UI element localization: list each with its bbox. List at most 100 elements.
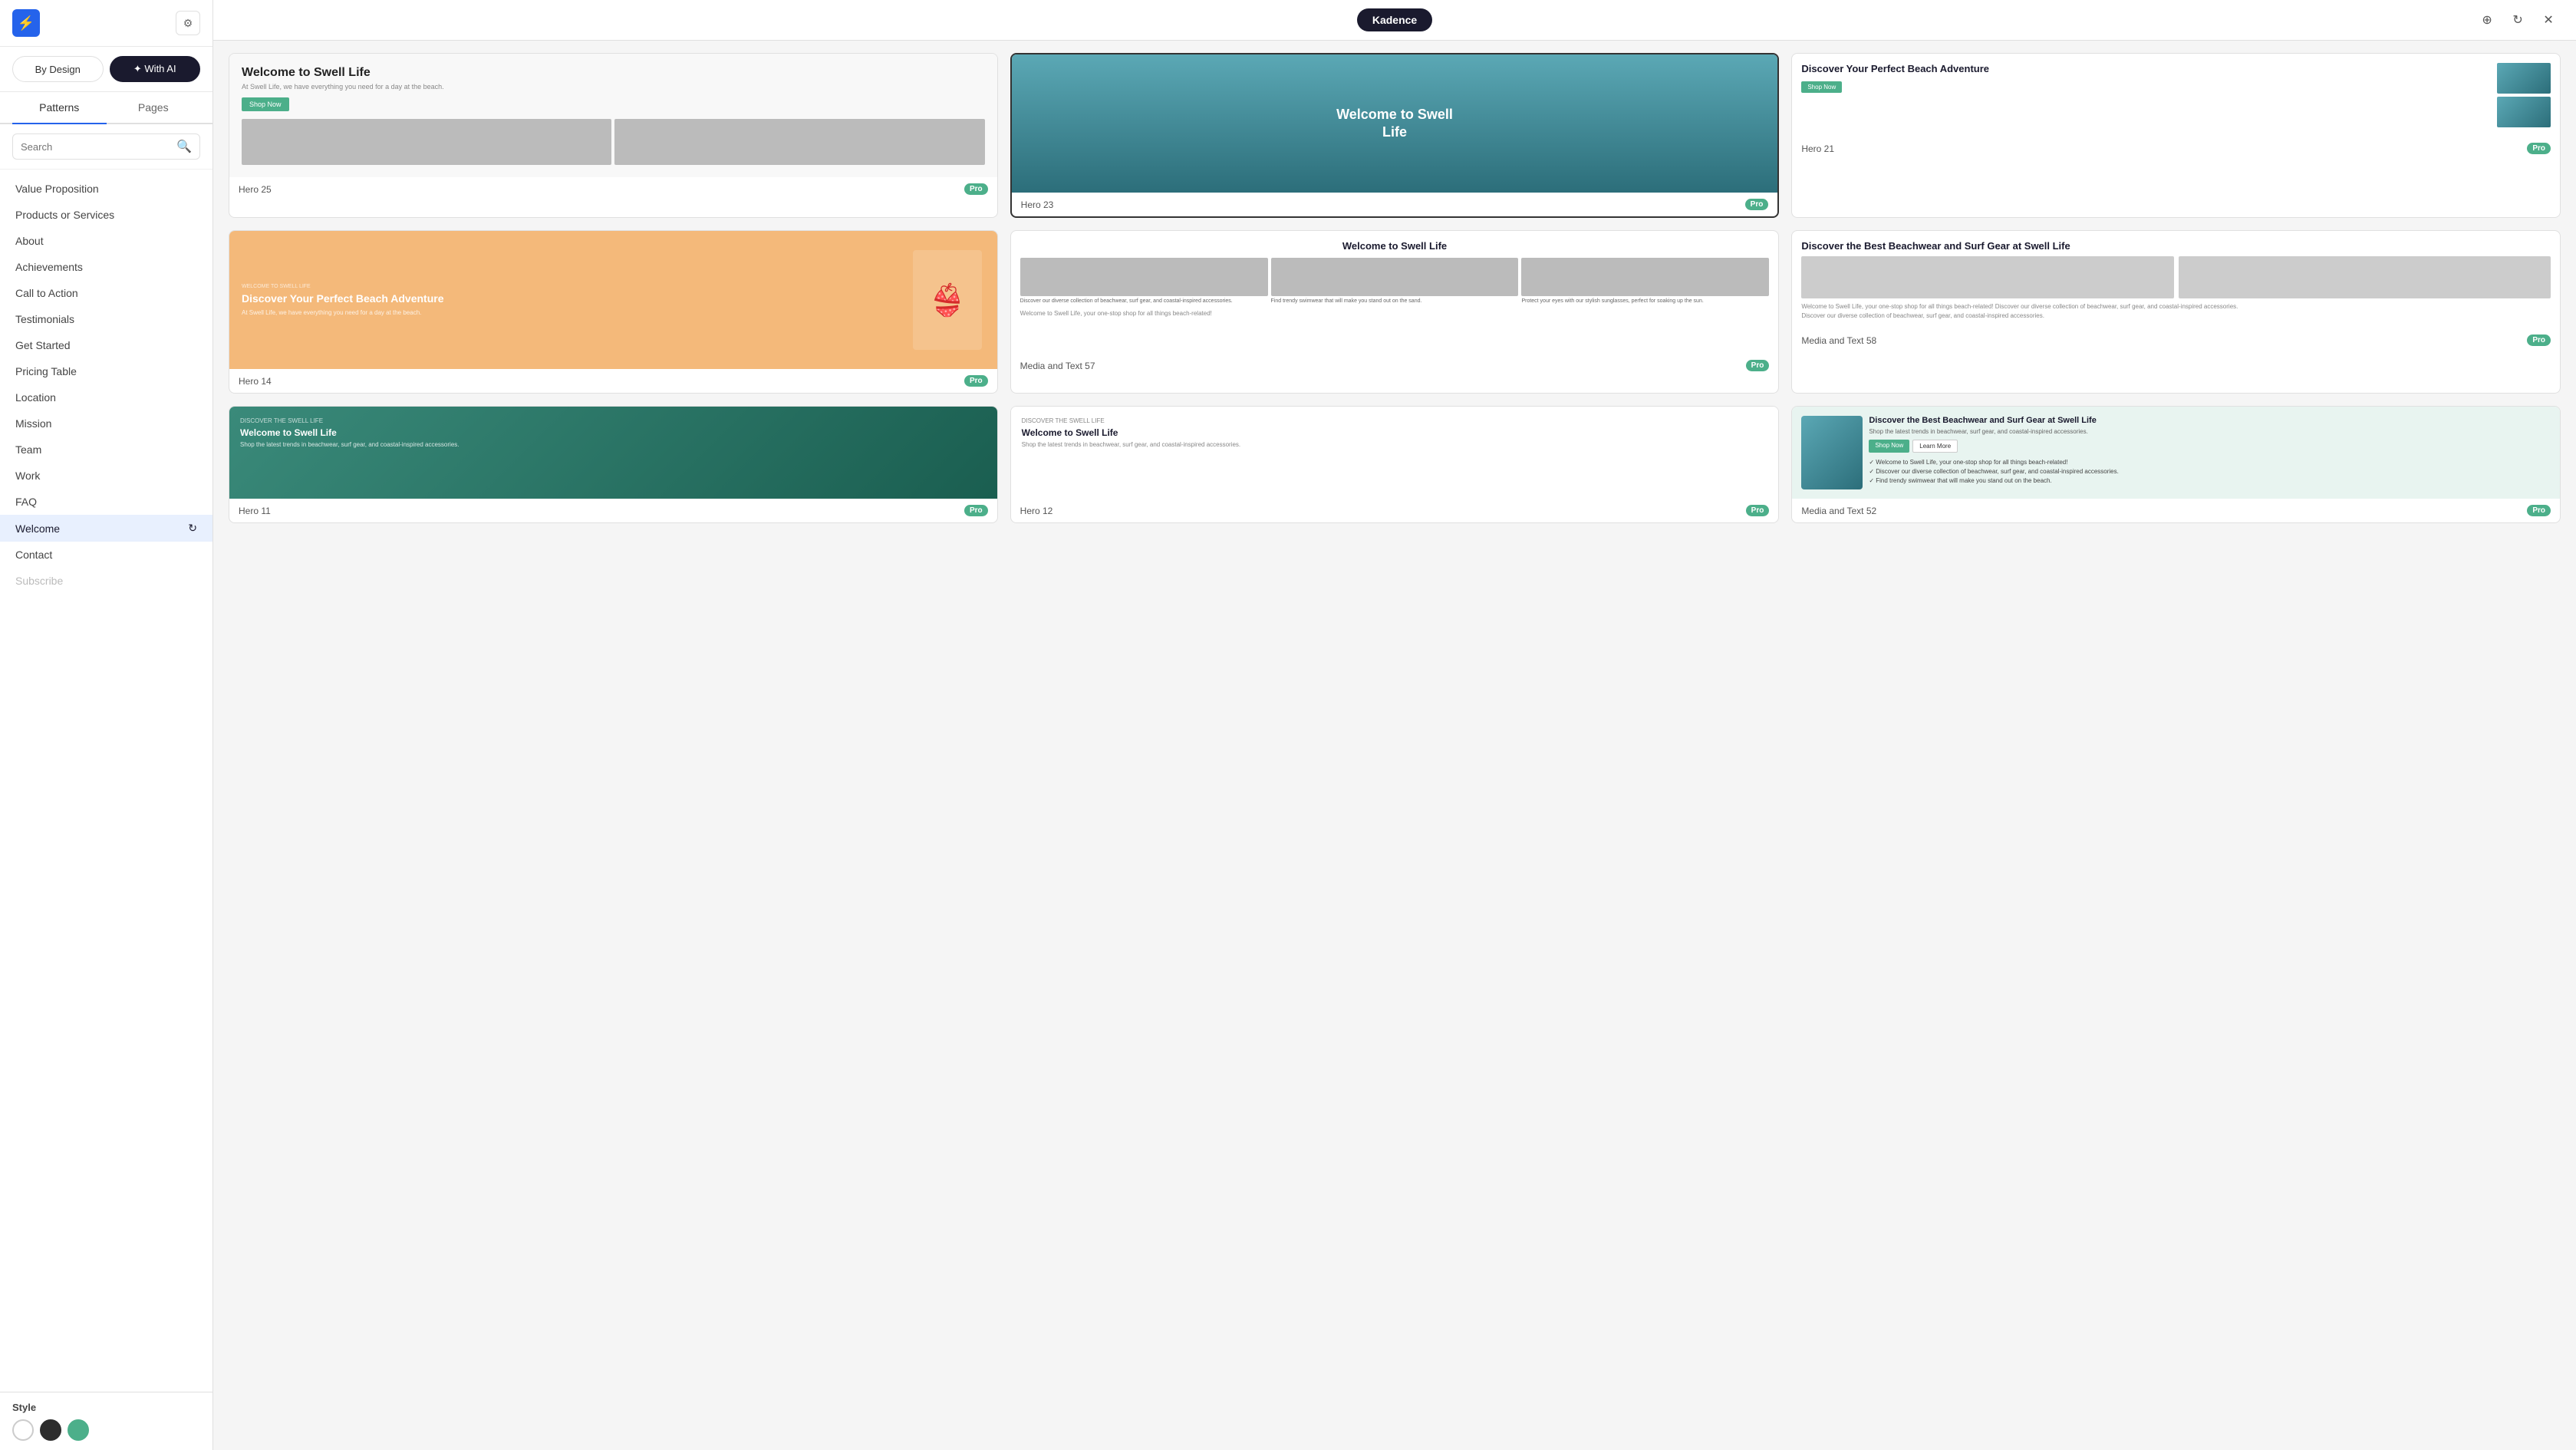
- hero21-btn: Shop Now: [1801, 81, 1842, 93]
- card-footer-hero14: Hero 14 Pro: [229, 369, 997, 393]
- card-hero-bottom2[interactable]: DISCOVER THE SWELL LIFE Welcome to Swell…: [1010, 406, 1780, 523]
- search-bar: 🔍: [0, 124, 212, 170]
- hero14-text: WELCOME TO SWELL LIFE Discover Your Perf…: [242, 284, 985, 316]
- card-hero25[interactable]: Welcome to Swell Life At Swell Life, we …: [229, 53, 998, 218]
- sidebar-item-team[interactable]: Team: [0, 437, 212, 463]
- card-preview-media52: Discover the Best Beachwear and Surf Gea…: [1792, 407, 2560, 499]
- media57-pro-badge: Pro: [1746, 360, 1770, 371]
- media57-caption3: Protect your eyes with our stylish sungl…: [1521, 298, 1769, 304]
- card-media52[interactable]: Discover the Best Beachwear and Surf Gea…: [1791, 406, 2561, 523]
- hero14-overlay: 👙: [913, 250, 982, 350]
- card-preview-bottom2: DISCOVER THE SWELL LIFE Welcome to Swell…: [1011, 407, 1779, 499]
- card-preview-hero21: Discover Your Perfect Beach Adventure Sh…: [1792, 54, 2560, 137]
- media57-img3: Protect your eyes with our stylish sungl…: [1521, 258, 1769, 304]
- style-label: Style: [12, 1402, 200, 1413]
- bottom1-label: Hero 11: [239, 506, 271, 516]
- media58-sub1: Welcome to Swell Life, your one-stop sho…: [1801, 303, 2551, 310]
- card-media58[interactable]: Discover the Best Beachwear and Surf Gea…: [1791, 230, 2561, 394]
- tab-patterns[interactable]: Patterns: [12, 92, 107, 123]
- hero14-label: Hero 14: [239, 376, 272, 387]
- sidebar-item-call-to-action[interactable]: Call to Action: [0, 280, 212, 306]
- bottom2-label: Hero 12: [1020, 506, 1053, 516]
- color-green[interactable]: [68, 1419, 89, 1441]
- style-section: Style: [0, 1392, 212, 1450]
- card-hero-bottom1[interactable]: DISCOVER THE SWELL LIFE Welcome to Swell…: [229, 406, 998, 523]
- with-ai-toggle[interactable]: ✦ With AI: [110, 56, 201, 82]
- media57-img1: Discover our diverse collection of beach…: [1020, 258, 1268, 304]
- hero25-btn: Shop Now: [242, 97, 289, 111]
- search-input[interactable]: [21, 141, 170, 153]
- card-footer-bottom1: Hero 11 Pro: [229, 499, 997, 522]
- hero21-text: Discover Your Perfect Beach Adventure Sh…: [1801, 63, 2491, 127]
- media52-sub: Shop the latest trends in beachwear, sur…: [1869, 428, 2551, 435]
- search-icon: 🔍: [176, 139, 192, 154]
- hero25-images: [242, 119, 985, 165]
- hero25-label: Hero 25: [239, 184, 272, 195]
- sidebar-item-faq[interactable]: FAQ: [0, 489, 212, 515]
- media58-img2: [2179, 256, 2551, 298]
- media52-right: Discover the Best Beachwear and Surf Gea…: [1869, 416, 2551, 489]
- topbar: Kadence ⊕ ↻ ✕: [213, 0, 2576, 41]
- card-preview-hero23: Welcome to SwellLife: [1012, 54, 1778, 193]
- hero14-label-small: WELCOME TO SWELL LIFE: [242, 284, 985, 289]
- card-media57[interactable]: Welcome to Swell Life Discover our diver…: [1010, 230, 1780, 394]
- by-design-toggle[interactable]: By Design: [12, 56, 104, 82]
- hero14-pro-badge: Pro: [964, 375, 988, 387]
- sidebar-item-subscribe[interactable]: Subscribe: [0, 568, 212, 594]
- settings-button[interactable]: ⚙: [176, 11, 200, 35]
- media52-title: Discover the Best Beachwear and Surf Gea…: [1869, 416, 2551, 425]
- sidebar-nav: Value Proposition Products or Services A…: [0, 170, 212, 1392]
- media58-img1: [1801, 256, 2173, 298]
- sidebar-item-contact[interactable]: Contact: [0, 542, 212, 568]
- media52-buttons: Shop Now Learn More: [1869, 440, 2551, 453]
- bottom1-label-small: DISCOVER THE SWELL LIFE: [240, 417, 987, 424]
- color-white[interactable]: [12, 1419, 34, 1441]
- media52-list: ✓ Welcome to Swell Life, your one-stop s…: [1869, 459, 2551, 484]
- hero14-person-icon: 👙: [928, 282, 967, 318]
- card-footer-media58: Media and Text 58 Pro: [1792, 328, 2560, 352]
- card-preview-bottom1: DISCOVER THE SWELL LIFE Welcome to Swell…: [229, 407, 997, 499]
- sidebar-item-work[interactable]: Work: [0, 463, 212, 489]
- media58-images: [1801, 256, 2551, 298]
- tab-row: Patterns Pages: [0, 92, 212, 124]
- bottom1-title: Welcome to Swell Life: [240, 427, 987, 438]
- hero21-images: [2497, 63, 2551, 127]
- card-preview-hero14: WELCOME TO SWELL LIFE Discover Your Perf…: [229, 231, 997, 369]
- media57-label: Media and Text 57: [1020, 361, 1095, 371]
- tab-pages[interactable]: Pages: [107, 92, 201, 123]
- card-hero23[interactable]: Welcome to SwellLife Hero 23 Pro: [1010, 53, 1780, 218]
- hero21-title: Discover Your Perfect Beach Adventure: [1801, 63, 2491, 74]
- sidebar-item-products-or-services[interactable]: Products or Services: [0, 202, 212, 228]
- refresh-button[interactable]: ↻: [2505, 8, 2530, 32]
- close-button[interactable]: ✕: [2536, 8, 2561, 32]
- media58-sub2: Discover our diverse collection of beach…: [1801, 312, 2551, 319]
- media52-list-item1: ✓ Welcome to Swell Life, your one-stop s…: [1869, 459, 2551, 466]
- sidebar-item-get-started[interactable]: Get Started: [0, 332, 212, 358]
- sidebar-item-about[interactable]: About: [0, 228, 212, 254]
- sidebar-item-testimonials[interactable]: Testimonials: [0, 306, 212, 332]
- bottom2-label-small: DISCOVER THE SWELL LIFE: [1022, 417, 1768, 424]
- media57-caption2: Find trendy swimwear that will make you …: [1271, 298, 1519, 304]
- sidebar-item-value-proposition[interactable]: Value Proposition: [0, 176, 212, 202]
- sidebar-item-welcome[interactable]: Welcome ↻: [0, 515, 212, 542]
- media52-label: Media and Text 52: [1801, 506, 1876, 516]
- sidebar-item-achievements[interactable]: Achievements: [0, 254, 212, 280]
- card-hero21[interactable]: Discover Your Perfect Beach Adventure Sh…: [1791, 53, 2561, 218]
- card-footer-hero21: Hero 21 Pro: [1792, 137, 2560, 160]
- add-section-button[interactable]: ⊕: [2475, 8, 2499, 32]
- hero25-title: Welcome to Swell Life: [242, 66, 985, 80]
- bottom2-pro-badge: Pro: [1746, 505, 1770, 516]
- sidebar-item-mission[interactable]: Mission: [0, 410, 212, 437]
- sidebar-item-pricing-table[interactable]: Pricing Table: [0, 358, 212, 384]
- color-dark[interactable]: [40, 1419, 61, 1441]
- media57-images: Discover our diverse collection of beach…: [1020, 258, 1770, 304]
- sidebar-item-location[interactable]: Location: [0, 384, 212, 410]
- media52-pro-badge: Pro: [2527, 505, 2551, 516]
- card-hero14[interactable]: WELCOME TO SWELL LIFE Discover Your Perf…: [229, 230, 998, 394]
- cards-grid: Welcome to Swell Life At Swell Life, we …: [229, 53, 2561, 523]
- bottom2-title: Welcome to Swell Life: [1022, 427, 1768, 438]
- media52-list-item2: ✓ Discover our diverse collection of bea…: [1869, 468, 2551, 475]
- media52-left-image: [1801, 416, 1863, 489]
- style-colors: [12, 1419, 200, 1441]
- sidebar: ⚡ ⚙ By Design ✦ With AI Patterns Pages 🔍…: [0, 0, 213, 1450]
